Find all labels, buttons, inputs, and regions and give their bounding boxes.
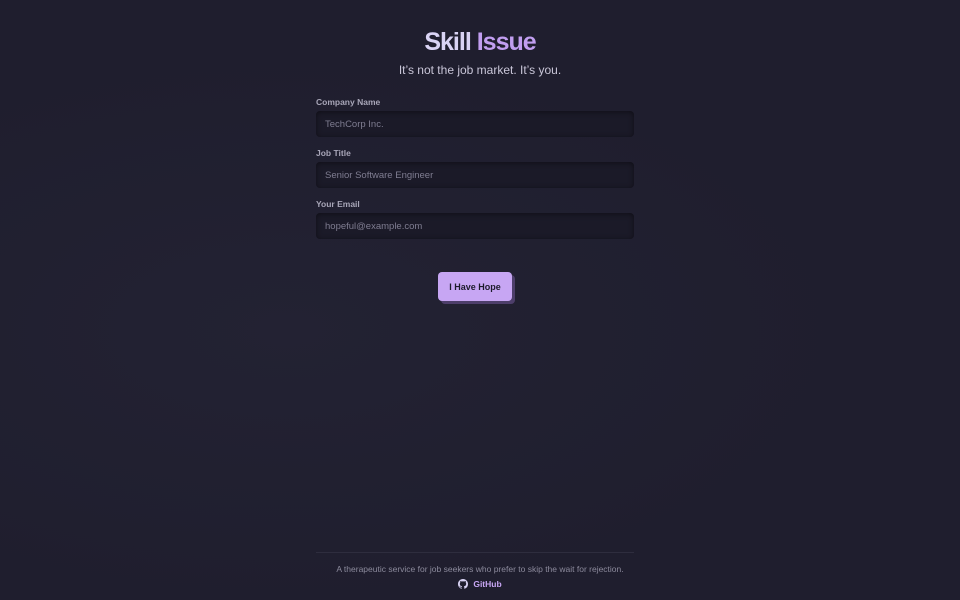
job-title-input[interactable] — [316, 162, 634, 188]
job-title-field-group: Job Title — [316, 147, 634, 188]
github-link[interactable]: GitHub — [458, 578, 502, 590]
tagline: It’s not the job market. It’s you. — [398, 63, 562, 77]
application-form: Company Name Job Title Your Email — [316, 96, 634, 249]
github-icon — [458, 579, 469, 589]
title-word-skill: Skill — [424, 28, 471, 56]
email-input[interactable] — [316, 213, 634, 239]
company-field-group: Company Name — [316, 96, 634, 137]
footer-description: A therapeutic service for job seekers wh… — [336, 564, 624, 574]
footer-divider — [316, 552, 634, 553]
github-link-label: GitHub — [473, 579, 502, 589]
title-word-issue: Issue — [476, 28, 537, 56]
company-name-input[interactable] — [316, 111, 634, 137]
page: Skill Issue It’s not the job market. It’… — [0, 0, 960, 600]
footer-links: GitHub — [0, 578, 960, 591]
email-label: Your Email — [316, 199, 360, 209]
page-title: Skill Issue — [0, 26, 960, 58]
i-have-hope-button[interactable]: I Have Hope — [438, 272, 512, 301]
job-title-label: Job Title — [316, 148, 351, 158]
email-field-group: Your Email — [316, 198, 634, 239]
company-label: Company Name — [316, 97, 381, 107]
